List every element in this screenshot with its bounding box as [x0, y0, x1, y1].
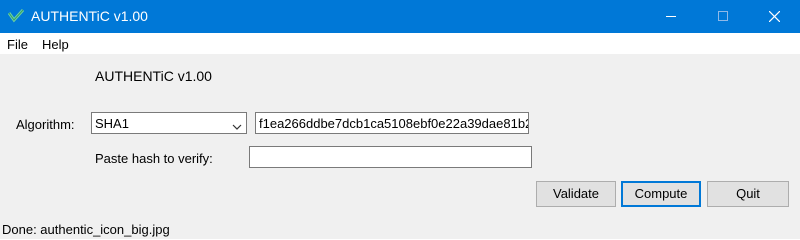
- app-heading: AUTHENTiC v1.00: [95, 68, 212, 84]
- minimize-button[interactable]: [648, 0, 694, 33]
- algorithm-label: Algorithm:: [16, 117, 75, 132]
- compute-button[interactable]: Compute: [621, 181, 701, 207]
- app-check-icon: [7, 8, 25, 23]
- app-window: AUTHENTiC v1.00 File Help AUTHENTiC v1.0…: [0, 0, 800, 239]
- window-title: AUTHENTiC v1.00: [31, 8, 148, 24]
- verify-hash-input[interactable]: [249, 146, 532, 168]
- title-bar[interactable]: AUTHENTiC v1.00: [0, 0, 800, 33]
- quit-button[interactable]: Quit: [707, 181, 789, 207]
- minimize-icon: [666, 16, 676, 17]
- maximize-button[interactable]: [700, 0, 746, 33]
- status-bar: Done: authentic_icon_big.jpg: [0, 218, 800, 239]
- menu-help[interactable]: Help: [42, 37, 69, 52]
- verify-label: Paste hash to verify:: [95, 151, 213, 166]
- algorithm-select[interactable]: SHA1: [91, 112, 247, 134]
- algorithm-select-value: SHA1: [95, 116, 129, 131]
- hash-output-field[interactable]: f1ea266ddbe7dcb1ca5108ebf0e22a39dae81b23: [255, 112, 529, 134]
- close-icon: [769, 11, 780, 22]
- menu-file[interactable]: File: [7, 37, 28, 52]
- status-text: Done: authentic_icon_big.jpg: [2, 222, 170, 237]
- validate-button[interactable]: Validate: [536, 181, 616, 207]
- menu-bar: File Help: [0, 33, 800, 54]
- chevron-down-icon: [232, 119, 242, 134]
- maximize-icon: [718, 11, 728, 21]
- main-panel: AUTHENTiC v1.00 Algorithm: SHA1 f1ea266d…: [0, 54, 800, 218]
- close-button[interactable]: [751, 0, 797, 33]
